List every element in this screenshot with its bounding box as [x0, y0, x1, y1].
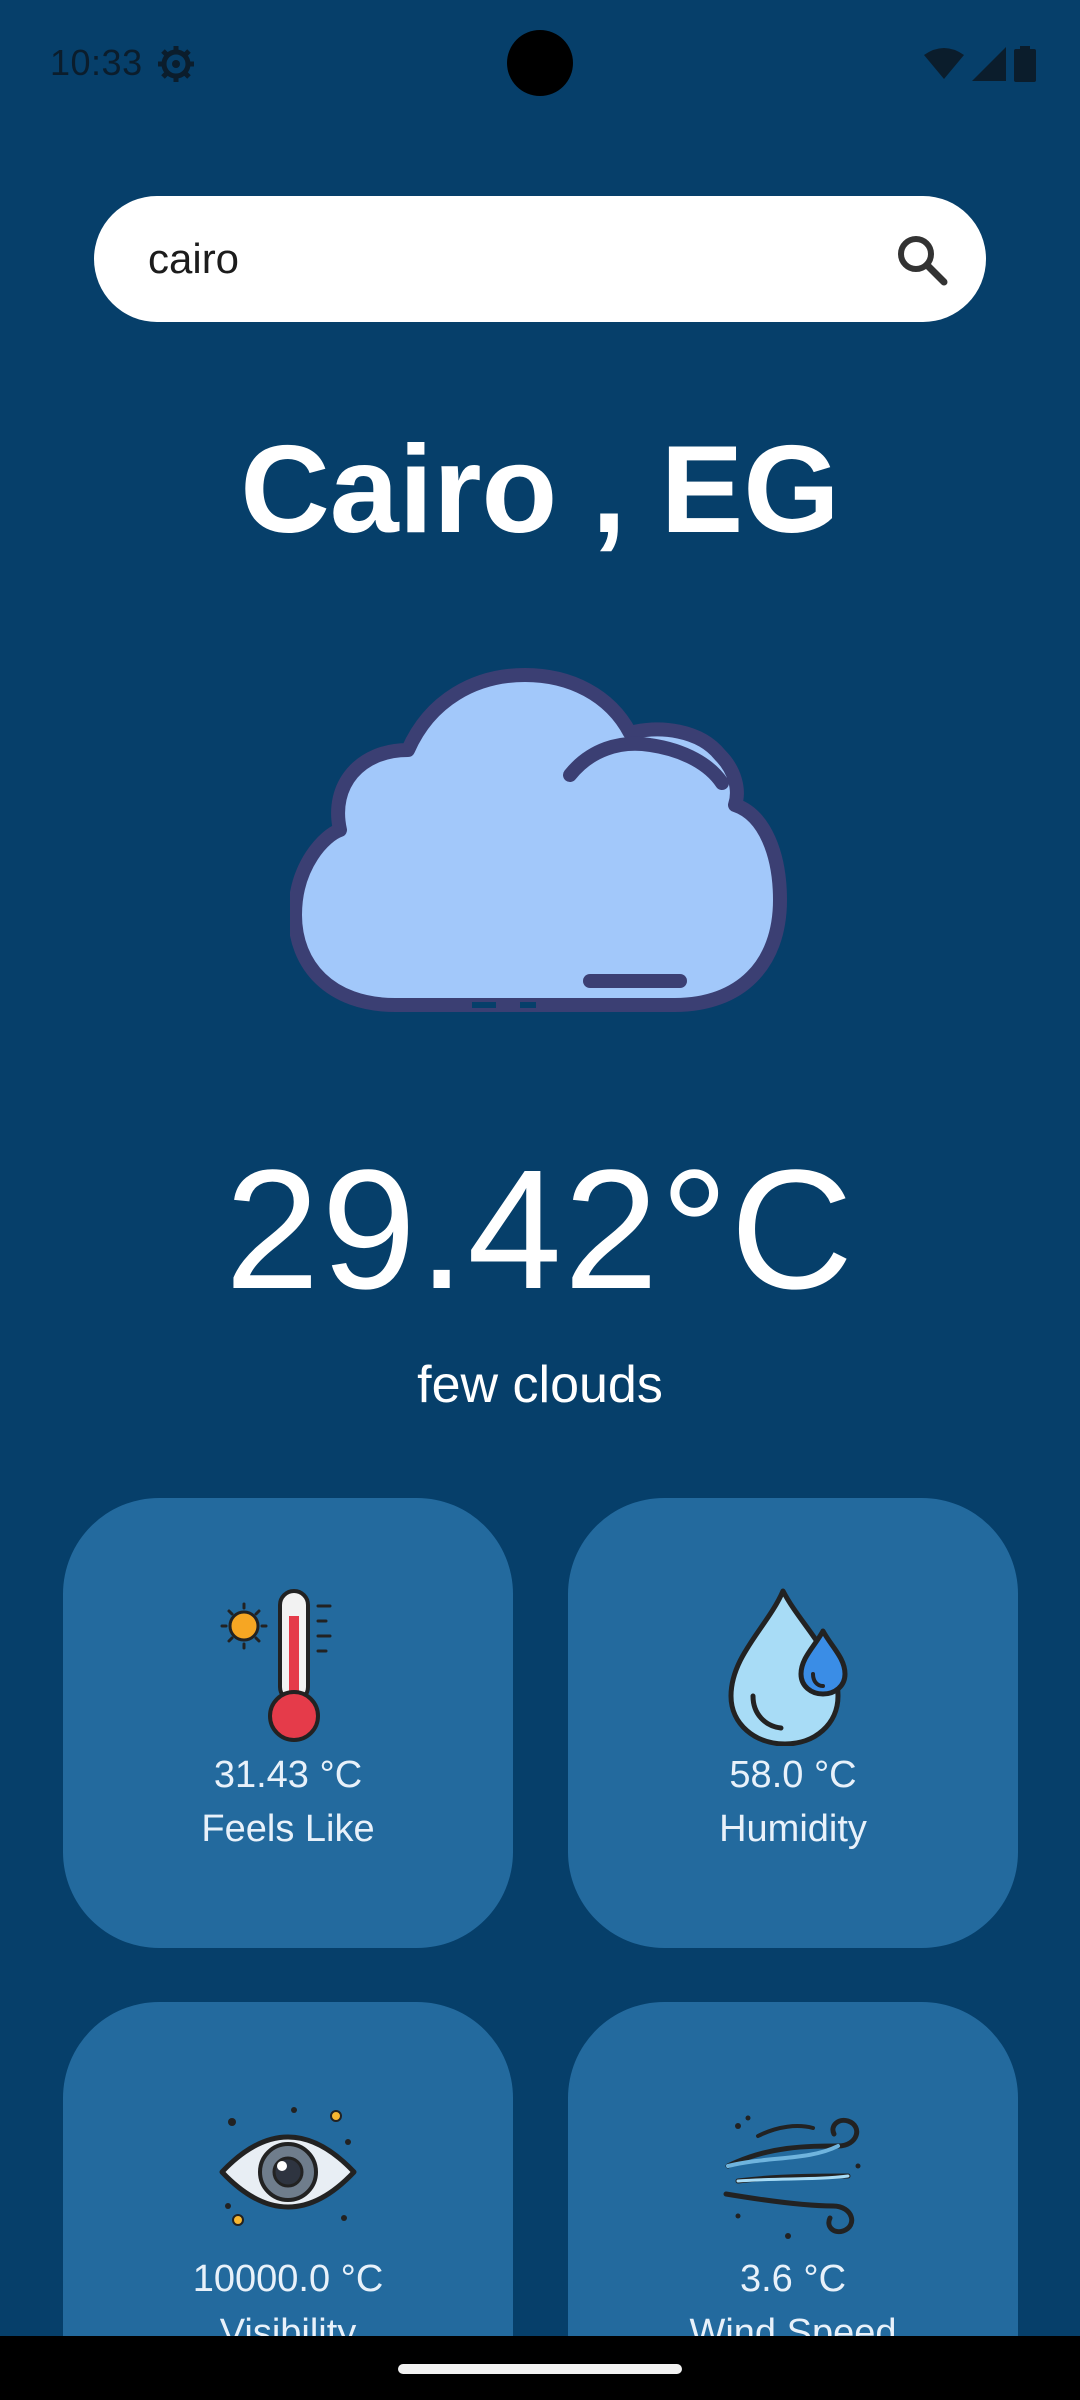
search-input[interactable]	[148, 196, 848, 322]
camera-cutout	[507, 30, 573, 96]
feels-like-value: 31.43 °C	[213, 1754, 363, 1796]
feels-like-card[interactable]: 31.43 °C Feels Like	[63, 1498, 513, 1948]
cloud-icon	[290, 668, 787, 1012]
status-icons	[924, 44, 1036, 84]
current-temperature: 29.42°C	[224, 1135, 856, 1325]
wind-icon	[723, 2115, 861, 2239]
wifi-icon	[924, 48, 964, 79]
search-icon[interactable]	[894, 232, 950, 288]
weather-description: few clouds	[417, 1356, 663, 1414]
feels-like-label: Feels Like	[201, 1808, 375, 1850]
status-time: 10:33	[50, 42, 143, 83]
battery-icon	[1014, 46, 1036, 82]
city-title: Cairo , EG	[240, 421, 840, 559]
home-indicator[interactable]	[398, 2364, 682, 2374]
visibility-value: 10000.0 °C	[192, 2258, 384, 2300]
water-drops-icon	[728, 1588, 848, 1746]
cellular-signal-icon	[972, 47, 1006, 81]
navigation-bar	[0, 2336, 1080, 2400]
weather-app-screen: 10:33 cairo Cairo , EG 29.42°C few cloud…	[0, 0, 1080, 2400]
eye-icon	[219, 2107, 357, 2226]
humidity-card[interactable]: 58.0 °C Humidity	[568, 1498, 1018, 1948]
humidity-value: 58.0 °C	[729, 1754, 857, 1796]
thermometer-icon	[220, 1589, 332, 1742]
search-bar	[94, 196, 986, 322]
humidity-label: Humidity	[719, 1808, 867, 1850]
settings-gear-icon	[158, 46, 194, 82]
status-bar: 10:33	[0, 0, 1080, 130]
wind-speed-value: 3.6 °C	[739, 2258, 847, 2300]
